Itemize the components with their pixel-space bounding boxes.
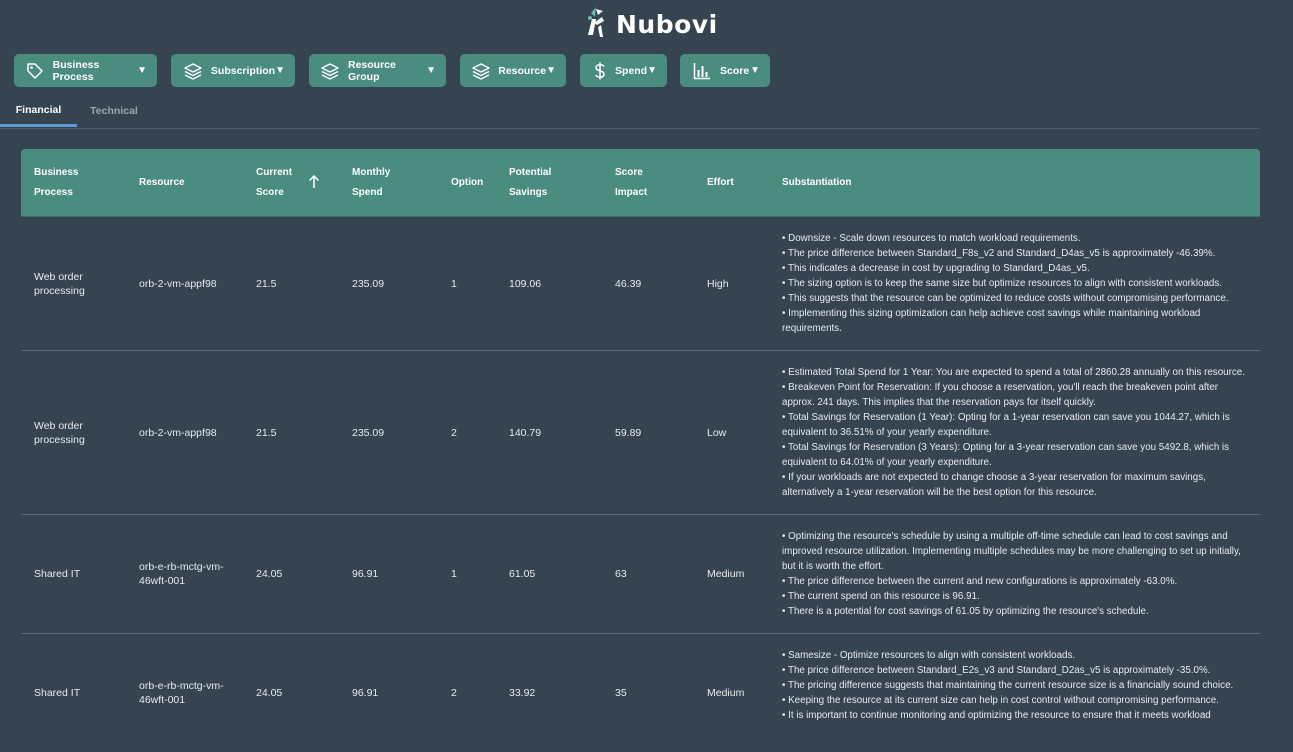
filter-score[interactable]: Score ▼ [680,54,770,87]
filter-label: Spend [615,64,648,77]
cell-substantiation: • Samesize - Optimize resources to align… [782,650,1234,721]
cell-effort: High [707,277,729,290]
cell-current-score: 21.5 [256,426,277,439]
caret-down-icon: ▼ [750,65,760,76]
cell-potential-savings: 109.06 [509,277,542,290]
caret-down-icon: ▼ [647,65,657,76]
cell-monthly-spend: 235.09 [352,426,385,439]
cell-substantiation: • Optimizing the resource's schedule by … [782,531,1241,617]
logo-mark-icon [582,5,612,44]
cell-potential-savings: 61.05 [509,568,536,580]
header-resource[interactable]: Resource [139,149,185,216]
header-business-process[interactable]: Business Process [34,149,78,216]
header-score-impact[interactable]: Score Impact [615,149,647,216]
cell-score-impact: 59.89 [615,426,642,439]
tag-icon [26,61,45,81]
cell-business-process: Web order processing [34,419,85,446]
filter-business-process[interactable]: Business Process ▼ [14,54,157,87]
cell-potential-savings: 140.79 [509,426,542,439]
cell-option: 1 [451,277,457,290]
caret-down-icon: ▼ [137,65,147,76]
caret-down-icon: ▼ [546,65,556,76]
filter-label: Resource [498,64,547,77]
caret-down-icon: ▼ [426,65,436,76]
cell-monthly-spend: 96.91 [352,687,379,699]
cell-option: 1 [451,568,457,580]
brand-logo: Nubovi [582,6,718,42]
table-row[interactable]: Shared IT orb-e-rb-mctg-vm-46wft-001 24.… [21,634,1260,752]
header-option[interactable]: Option [451,149,483,216]
cell-effort: Medium [707,568,745,580]
cell-score-impact: 35 [615,687,627,699]
cell-score-impact: 63 [615,568,627,580]
cell-monthly-spend: 235.09 [352,277,385,290]
header-current-score[interactable]: Current Score [256,149,292,216]
tab-bar: Financial Technical [0,96,1260,129]
arrow-up-icon[interactable] [307,173,321,191]
cell-effort: Low [707,426,727,439]
cell-substantiation: • Estimated Total Spend for 1 Year: You … [782,367,1245,498]
brand-name: Nubovi [616,9,718,39]
dollar-icon [592,61,607,81]
filter-label: Business Process [52,58,100,83]
caret-down-icon: ▼ [275,65,285,76]
header-potential-savings[interactable]: Potential Savings [509,149,551,216]
cell-score-impact: 46.39 [615,277,642,290]
filter-label: Subscription [210,64,276,77]
cell-resource: orb-2-vm-appf98 [139,426,217,439]
cell-current-score: 24.05 [256,568,283,580]
table-header: Business Process Resource Current Score Mo… [21,149,1260,217]
cell-business-process: Shared IT [34,568,81,580]
layers-icon [321,61,340,81]
bar-chart-icon [692,61,712,81]
filter-subscription[interactable]: Subscription ▼ [171,54,295,87]
filter-label: Resource Group [347,58,396,83]
filter-label: Score [720,64,750,77]
layers-icon [472,61,490,81]
cell-potential-savings: 33.92 [509,687,536,699]
cell-current-score: 21.5 [256,277,277,290]
table-row[interactable]: Web order processing orb-2-vm-appf98 21.… [21,351,1260,515]
filter-resource-group[interactable]: Resource Group ▼ [309,54,446,87]
cell-effort: Medium [707,687,745,699]
tab-technical[interactable]: Technical [84,96,144,126]
cell-option: 2 [451,426,457,439]
layers-icon [183,61,203,81]
cell-business-process: Shared IT [34,687,81,699]
cell-monthly-spend: 96.91 [352,568,379,580]
header-effort[interactable]: Effort [707,149,734,216]
table-row[interactable]: Shared IT orb-e-rb-mctg-vm-46wft-001 24.… [21,515,1260,634]
cell-current-score: 24.05 [256,687,283,699]
table-row[interactable]: Web order processing orb-2-vm-appf98 21.… [21,217,1260,351]
header-monthly-spend[interactable]: Monthly Spend [352,149,390,216]
filter-spend[interactable]: Spend ▼ [580,54,667,87]
cell-option: 2 [451,687,457,699]
cell-resource: orb-e-rb-mctg-vm-46wft-001 [139,561,224,587]
cell-substantiation: • Downsize - Scale down resources to mat… [782,233,1229,334]
recommendations-table: Business Process Resource Current Score Mo… [21,149,1260,752]
filter-resource[interactable]: Resource ▼ [460,54,566,87]
tab-financial[interactable]: Financial [0,96,77,127]
cell-resource: orb-2-vm-appf98 [139,277,217,290]
cell-resource: orb-e-rb-mctg-vm-46wft-001 [139,680,224,706]
cell-business-process: Web order processing [34,270,85,297]
header-substantiation[interactable]: Substantiation [782,149,851,216]
